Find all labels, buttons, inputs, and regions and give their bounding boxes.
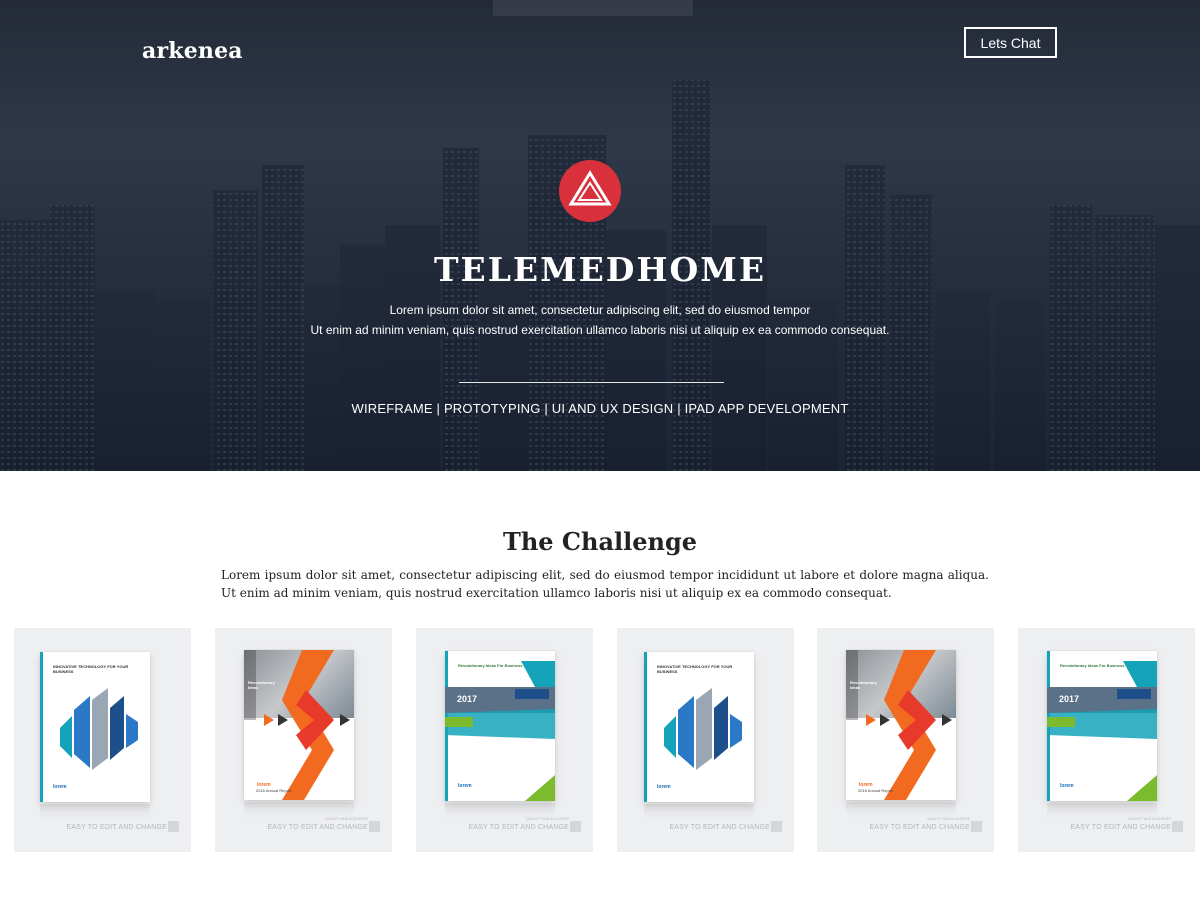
- site-logo[interactable]: arkenea: [142, 38, 243, 64]
- cover-tagline: INNOVATIVE TECHNOLOGY FOR YOUR BUSINESS: [657, 664, 733, 674]
- brochure-cover: Revolutionary Ideas For Business 2017 lo…: [1047, 651, 1157, 801]
- cover-brand: lorem: [1060, 783, 1074, 789]
- hero-subtitle-line1: Lorem ipsum dolor sit amet, consectetur …: [389, 303, 811, 317]
- brochure-cover: INNOVATIVE TECHNOLOGY FOR YOUR BUSINESS …: [644, 652, 754, 802]
- cover-tagline: Revolutionary Ideas For Business: [458, 663, 523, 668]
- cover-reflection: [846, 802, 956, 818]
- cover-reflection: [40, 804, 150, 820]
- triangle-logo-icon: [559, 160, 621, 222]
- card-caption: EASY TO EDIT AND CHANGE: [267, 824, 368, 831]
- card-caption: EASY TO EDIT AND CHANGE: [869, 824, 970, 831]
- project-title: TELEMEDHOME: [434, 250, 766, 289]
- cover-graphic: [244, 650, 350, 800]
- cover-brand: lorem: [53, 784, 67, 790]
- gallery-card-3[interactable]: Revolutionary Ideas For Business 2017 lo…: [416, 628, 593, 852]
- card-caption: EASY TO EDIT AND CHANGE: [1070, 824, 1171, 831]
- services-list: WIREFRAME | PROTOTYPING | UI AND UX DESI…: [351, 401, 849, 416]
- cover-graphic: [60, 688, 138, 770]
- challenge-text: Lorem ipsum dolor sit amet, consectetur …: [221, 568, 989, 600]
- card-caption: EASY TO EDIT AND CHANGE: [468, 824, 569, 831]
- cover-graphic: [445, 651, 555, 801]
- caption-icon: [168, 821, 179, 832]
- caption-icon: [570, 821, 581, 832]
- lets-chat-button[interactable]: Lets Chat: [964, 27, 1057, 58]
- caption-icon: [1172, 821, 1183, 832]
- card-caption: EASY TO EDIT AND CHANGE: [669, 824, 770, 831]
- cover-tagline: Revolutionary Ideas For Business: [1060, 663, 1125, 668]
- cover-year: 2017: [1059, 694, 1080, 704]
- cover-graphic: [664, 688, 742, 770]
- gallery-card-2[interactable]: Revolutionary Ideas lorem 2016 Annual Re…: [215, 628, 392, 852]
- cover-brand: lorem: [458, 783, 472, 789]
- top-strip: [493, 0, 693, 16]
- challenge-heading: The Challenge: [502, 527, 698, 556]
- cover-year: 2017: [457, 694, 478, 704]
- cover-tagline: INNOVATIVE TECHNOLOGY FOR YOUR BUSINESS: [53, 664, 129, 674]
- card-caption-small: QUALITY AND ACCURATE: [927, 817, 970, 821]
- gallery-card-6[interactable]: Revolutionary Ideas For Business 2017 lo…: [1018, 628, 1195, 852]
- cover-tagline: Revolutionary Ideas: [850, 680, 877, 690]
- gallery-card-1[interactable]: INNOVATIVE TECHNOLOGY FOR YOUR BUSINESS …: [14, 628, 191, 852]
- hero-divider: [459, 382, 724, 383]
- card-caption-small: QUALITY AND ACCURATE: [325, 817, 368, 821]
- hero-subtitle-line2: Ut enim ad minim veniam, quis nostrud ex…: [310, 323, 890, 337]
- caption-icon: [369, 821, 380, 832]
- hero-banner: arkenea Lets Chat TELEMEDHOME Lorem ipsu…: [0, 0, 1200, 471]
- cover-report: 2016 Annual Report: [256, 788, 292, 793]
- brochure-cover: Revolutionary Ideas For Business 2017 lo…: [445, 651, 555, 801]
- brochure-cover: Revolutionary Ideas lorem 2016 Annual Re…: [846, 650, 956, 800]
- cover-reflection: [644, 804, 754, 820]
- brochure-cover: INNOVATIVE TECHNOLOGY FOR YOUR BUSINESS …: [40, 652, 150, 802]
- gallery-card-5[interactable]: Revolutionary Ideas lorem 2016 Annual Re…: [817, 628, 994, 852]
- cover-graphic: [846, 650, 952, 800]
- caption-icon: [771, 821, 782, 832]
- caption-icon: [971, 821, 982, 832]
- card-caption-small: QUALITY AND ACCURATE: [1128, 817, 1171, 821]
- cover-brand: lorem: [657, 784, 671, 790]
- brochure-cover: Revolutionary Ideas lorem 2016 Annual Re…: [244, 650, 354, 800]
- card-caption: EASY TO EDIT AND CHANGE: [66, 824, 167, 831]
- gallery-card-4[interactable]: INNOVATIVE TECHNOLOGY FOR YOUR BUSINESS …: [617, 628, 794, 852]
- cover-tagline: Revolutionary Ideas: [248, 680, 275, 690]
- card-caption-small: QUALITY AND ACCURATE: [526, 817, 569, 821]
- cover-reflection: [244, 802, 354, 818]
- cover-graphic: [1047, 651, 1157, 801]
- cover-report: 2016 Annual Report: [858, 788, 894, 793]
